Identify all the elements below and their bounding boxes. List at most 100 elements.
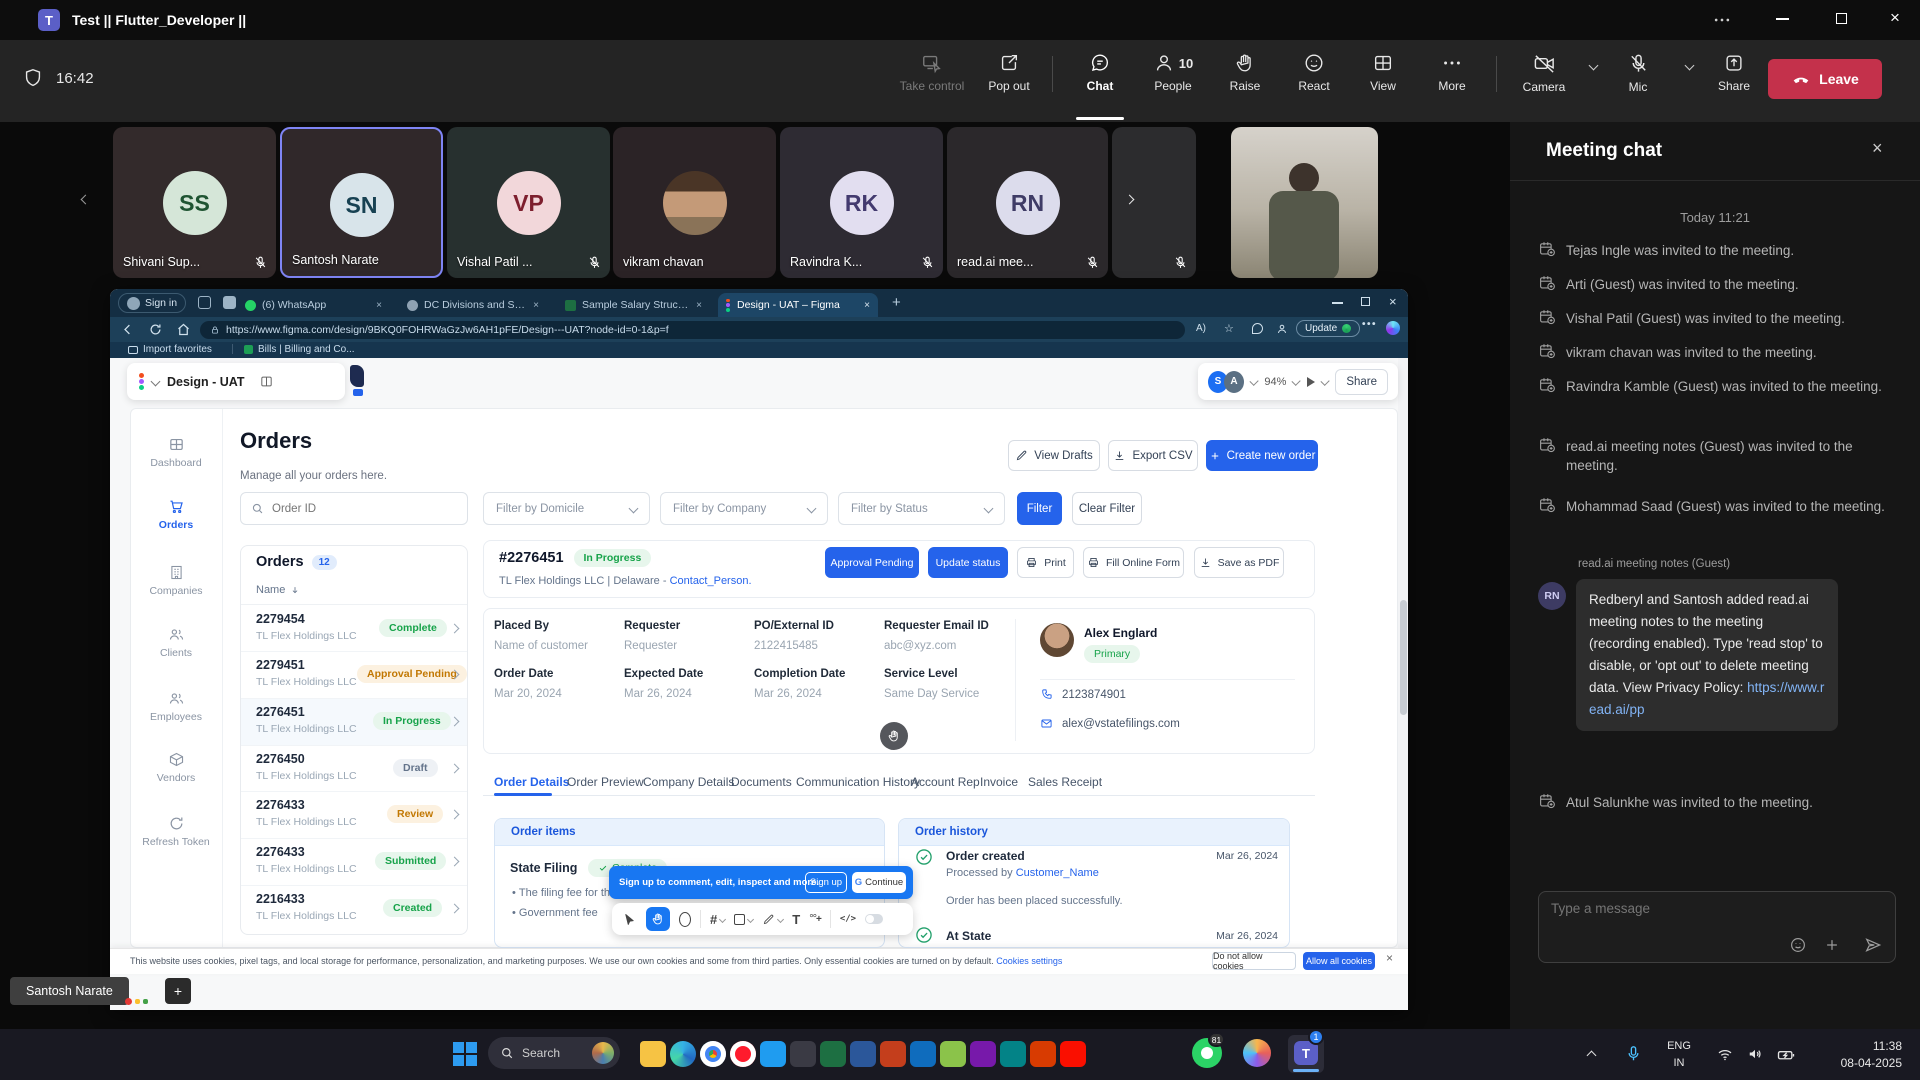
google-continue-button[interactable]: G Continue bbox=[852, 872, 906, 893]
participant-tile[interactable]: RN read.ai mee... bbox=[947, 127, 1108, 278]
address-bar[interactable]: https://www.figma.com/design/9BKQ0FOHRWa… bbox=[200, 321, 1185, 339]
browser-tab-active[interactable]: Design - UAT – Figma× bbox=[718, 293, 878, 317]
sidebar-item-orders[interactable]: Orders bbox=[130, 498, 222, 531]
contact-person-link[interactable]: Contact_Person. bbox=[670, 575, 752, 587]
tab-sales-receipt[interactable]: Sales Receipt bbox=[1028, 775, 1102, 789]
play-icon[interactable] bbox=[1307, 377, 1315, 387]
comment-tool-icon[interactable]: °°+ bbox=[809, 913, 821, 925]
customer-name-link[interactable]: Customer_Name bbox=[1016, 867, 1099, 879]
browser-tab[interactable]: (6) WhatsApp× bbox=[237, 293, 390, 317]
chat-message-bubble[interactable]: Redberyl and Santosh added read.ai meeti… bbox=[1576, 579, 1838, 731]
attach-plus-icon[interactable] bbox=[1823, 936, 1841, 954]
share-button[interactable]: Share bbox=[1696, 52, 1772, 93]
chat-button[interactable]: Chat bbox=[1062, 52, 1138, 93]
figma-logo-icon[interactable] bbox=[139, 373, 144, 390]
taskbar-app-icon[interactable] bbox=[1000, 1041, 1026, 1067]
taskbar-app-icon[interactable] bbox=[640, 1041, 666, 1067]
reload-icon[interactable] bbox=[148, 322, 163, 337]
battery-icon[interactable] bbox=[1776, 1045, 1796, 1065]
browser-workspaces-icon[interactable] bbox=[198, 296, 211, 309]
chat-input-box[interactable] bbox=[1538, 891, 1896, 963]
signup-button[interactable]: Sign up bbox=[805, 872, 847, 893]
view-button[interactable]: View bbox=[1345, 52, 1421, 93]
browser-profile-button[interactable]: Sign in bbox=[118, 293, 186, 313]
order-id-field[interactable] bbox=[272, 503, 442, 515]
taskbar-search[interactable]: Search bbox=[488, 1037, 620, 1069]
order-id-search-input[interactable] bbox=[240, 492, 468, 525]
update-status-button[interactable]: Update status bbox=[928, 547, 1008, 578]
export-csv-button[interactable]: Export CSV bbox=[1108, 440, 1198, 471]
update-button[interactable]: Update bbox=[1296, 320, 1360, 337]
teams-taskbar-icon[interactable]: T 1 bbox=[1288, 1035, 1324, 1073]
favorites-star-icon[interactable]: ☆ bbox=[1224, 322, 1234, 335]
cookie-close-icon[interactable]: × bbox=[1386, 951, 1393, 965]
scroll-left-chevron-icon[interactable] bbox=[81, 195, 91, 205]
participant-tile-active[interactable]: SN Santosh Narate bbox=[280, 127, 443, 278]
bookmark-import-favorites[interactable]: Import favorites bbox=[128, 344, 212, 355]
participant-tile[interactable]: vikram chavan bbox=[613, 127, 776, 278]
chat-close-icon[interactable]: × bbox=[1872, 138, 1883, 159]
word-icon[interactable] bbox=[850, 1041, 876, 1067]
tab-close-icon[interactable]: × bbox=[864, 300, 870, 311]
deny-cookies-button[interactable]: Do not allow cookies bbox=[1212, 952, 1296, 970]
sidebar-item-refresh-token[interactable]: Refresh Token bbox=[130, 815, 222, 848]
approval-pending-button[interactable]: Approval Pending bbox=[825, 547, 919, 578]
sidebar-item-companies[interactable]: Companies bbox=[130, 564, 222, 597]
browser-minimize-icon[interactable] bbox=[1332, 302, 1343, 304]
taskbar-app-icon[interactable] bbox=[760, 1041, 786, 1067]
pen-tool-icon[interactable] bbox=[762, 913, 783, 926]
leave-button[interactable]: Leave bbox=[1768, 59, 1882, 99]
sidebar-item-employees[interactable]: Employees bbox=[130, 690, 222, 723]
create-new-order-button[interactable]: Create new order bbox=[1206, 440, 1318, 471]
emoji-icon[interactable] bbox=[1789, 936, 1807, 954]
page-scrollbar-thumb[interactable] bbox=[1400, 600, 1407, 715]
dev-mode-icon[interactable]: </> bbox=[840, 914, 856, 924]
more-button[interactable]: More bbox=[1414, 52, 1490, 93]
tab-order-details[interactable]: Order Details bbox=[494, 775, 569, 789]
cookies-settings-link[interactable]: Cookies settings bbox=[996, 956, 1062, 966]
react-button[interactable]: React bbox=[1276, 52, 1352, 93]
taskbar-app-icon[interactable] bbox=[1243, 1039, 1271, 1067]
order-row[interactable]: 2279454 TL Flex Holdings LLC Complete bbox=[241, 606, 467, 652]
chrome-icon[interactable] bbox=[700, 1041, 726, 1067]
filter-domicile-select[interactable]: Filter by Domicile bbox=[483, 492, 650, 525]
browser-vertical-tabs-icon[interactable] bbox=[223, 296, 236, 309]
browser-maximize-icon[interactable] bbox=[1361, 297, 1370, 306]
people-button[interactable]: 10 People bbox=[1135, 52, 1211, 93]
tab-communication-history[interactable]: Communication History bbox=[796, 775, 920, 789]
tab-documents[interactable]: Documents bbox=[731, 775, 792, 789]
layout-columns-icon[interactable] bbox=[259, 374, 274, 389]
tab-order-preview[interactable]: Order Preview bbox=[567, 775, 644, 789]
zoom-chevron-icon[interactable] bbox=[1292, 377, 1302, 387]
camera-button[interactable]: Camera bbox=[1506, 52, 1582, 94]
collab-chevron-icon[interactable] bbox=[1249, 377, 1259, 387]
taskbar-app-icon[interactable] bbox=[970, 1041, 996, 1067]
whatsapp-taskbar-icon[interactable]: 81 bbox=[1192, 1038, 1222, 1068]
view-drafts-button[interactable]: View Drafts bbox=[1008, 440, 1100, 471]
figma-doc-title[interactable]: Design - UAT bbox=[167, 375, 245, 389]
contact-email[interactable]: alex@vstatefilings.com bbox=[1062, 718, 1180, 730]
order-row[interactable]: 2279451 TL Flex Holdings LLC Approval Pe… bbox=[241, 652, 467, 699]
shape-tool-icon[interactable] bbox=[734, 914, 753, 925]
figma-share-button[interactable]: Share bbox=[1335, 369, 1388, 395]
take-control-button[interactable]: Take control bbox=[894, 52, 970, 93]
spotlight-video-tile[interactable] bbox=[1231, 127, 1378, 278]
taskbar-app-icon[interactable] bbox=[790, 1041, 816, 1067]
start-button[interactable] bbox=[453, 1042, 477, 1066]
play-chevron-icon[interactable] bbox=[1320, 377, 1330, 387]
zoom-level[interactable]: 94% bbox=[1264, 376, 1286, 388]
collaborator-avatar[interactable]: A bbox=[1224, 371, 1244, 393]
browser-essentials-icon[interactable] bbox=[1252, 323, 1263, 334]
tab-invoice[interactable]: Invoice bbox=[980, 775, 1018, 789]
order-row[interactable]: 2276433 TL Flex Holdings LLC Review bbox=[241, 792, 467, 839]
pdf-icon[interactable] bbox=[1060, 1041, 1086, 1067]
filter-company-select[interactable]: Filter by Company bbox=[660, 492, 828, 525]
taskbar-app-icon[interactable] bbox=[1030, 1041, 1056, 1067]
browser-tab[interactable]: Sample Salary Structure with calc× bbox=[557, 293, 710, 317]
copilot-icon[interactable] bbox=[1386, 321, 1400, 335]
window-close-icon[interactable]: × bbox=[1890, 8, 1900, 28]
language-indicator[interactable]: ENGIN bbox=[1660, 1038, 1698, 1072]
tab-company-details[interactable]: Company Details bbox=[643, 775, 734, 789]
order-row[interactable]: 2276433 TL Flex Holdings LLC Submitted bbox=[241, 839, 467, 886]
pop-out-button[interactable]: Pop out bbox=[971, 52, 1047, 93]
